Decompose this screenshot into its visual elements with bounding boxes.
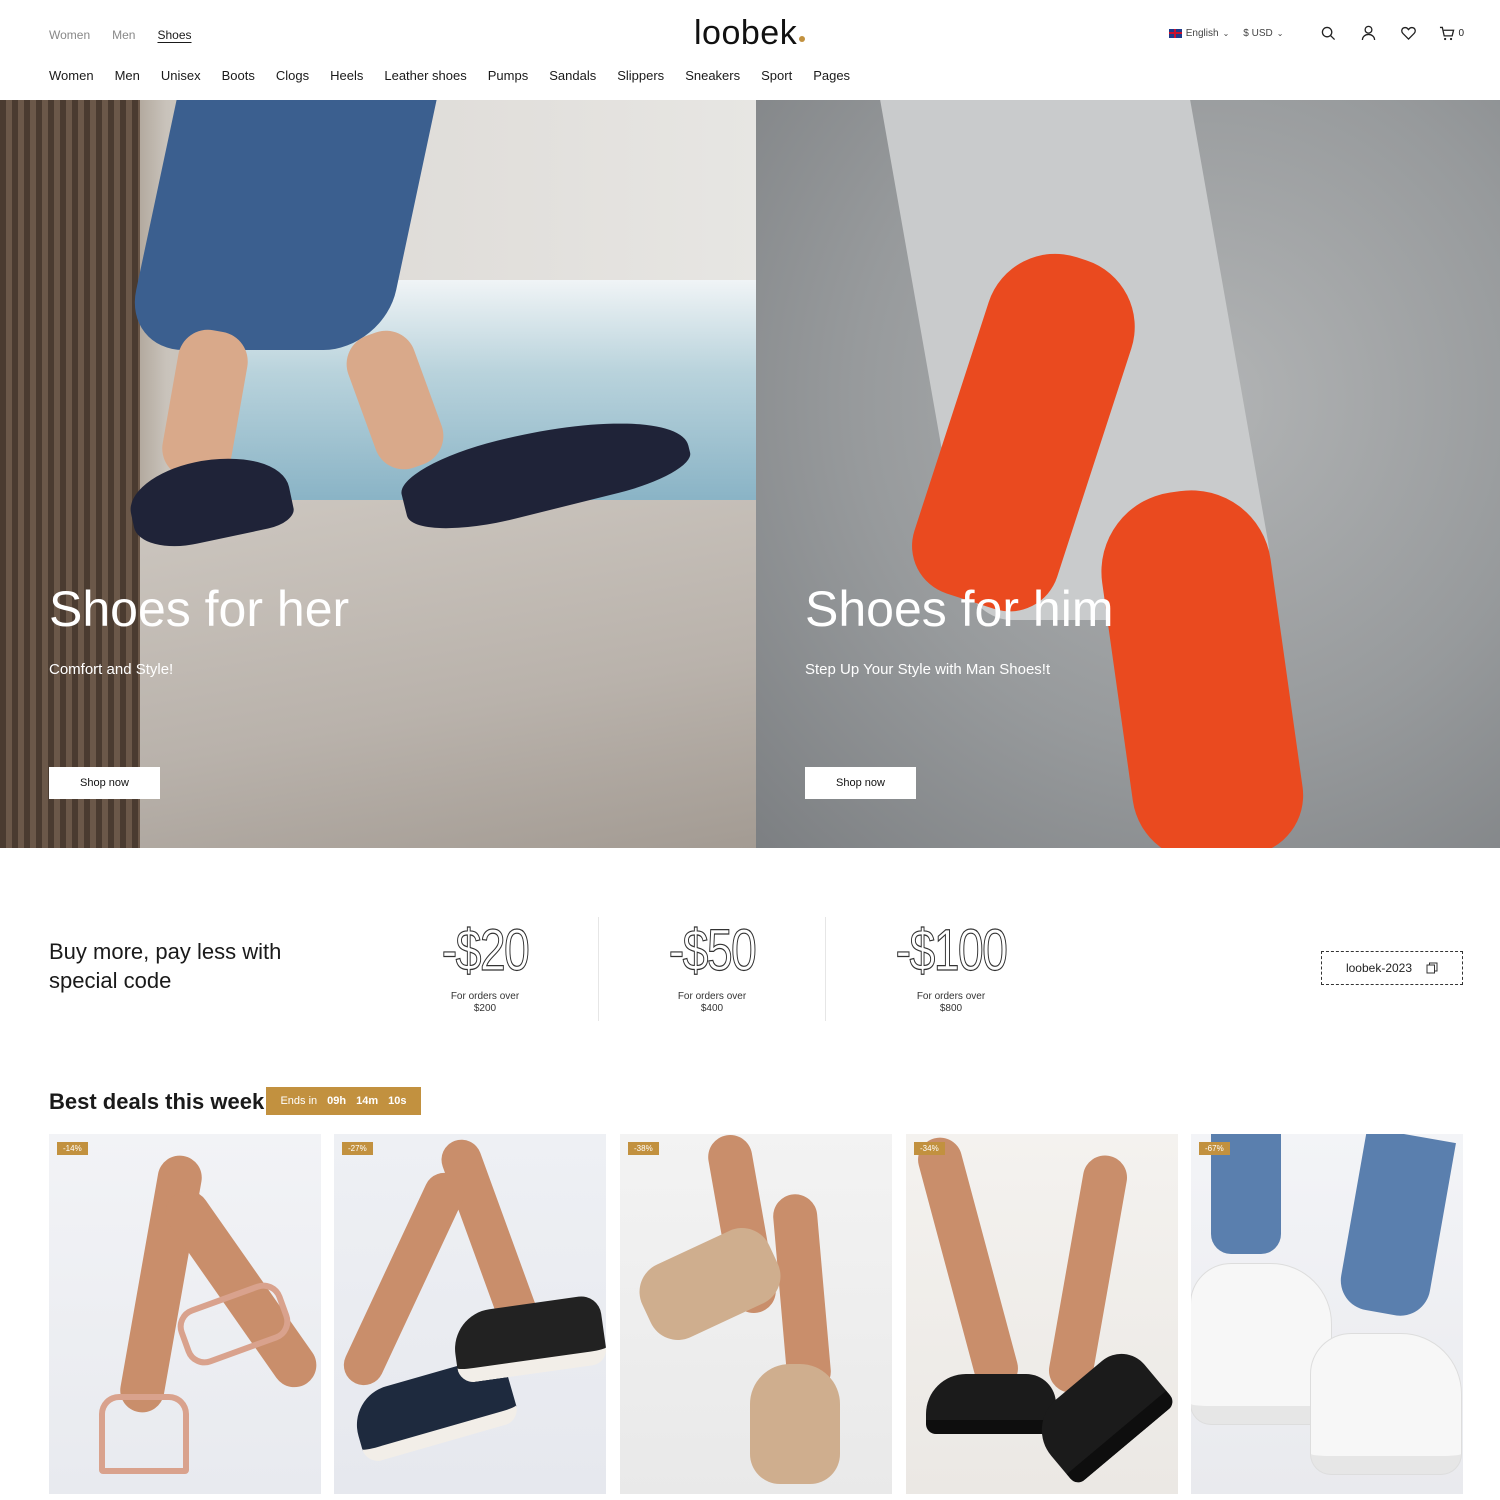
flag-uk-icon (1168, 28, 1182, 38)
cart-count: 0 (1458, 27, 1464, 39)
promo-amount: -$20 (441, 917, 530, 983)
header-icons: 0 (1319, 24, 1464, 42)
nav-item-leather-shoes[interactable]: Leather shoes (384, 68, 466, 83)
countdown-badge: Ends in 09h 14m 10s (266, 1087, 421, 1115)
hero-subtitle: Comfort and Style! (49, 661, 174, 678)
chevron-down-icon: ⌄ (1276, 28, 1284, 38)
hero-text-him: Shoes for him Step Up Your Style with Ma… (805, 580, 1205, 678)
discount-badge: -27% (342, 1142, 373, 1155)
nav-item-men[interactable]: Men (115, 68, 140, 83)
site-header: Women Men Shoes loobek English ⌄ $ USD ⌄ (0, 0, 1500, 100)
currency-label: $ USD (1243, 27, 1273, 39)
nav-item-boots[interactable]: Boots (222, 68, 255, 83)
deals-title: Best deals this week (49, 1089, 265, 1114)
cart-button[interactable]: 0 (1439, 26, 1464, 41)
logo-dot (799, 36, 806, 42)
nav-item-heels[interactable]: Heels (330, 68, 363, 83)
product-card[interactable]: -27% (334, 1134, 606, 1494)
chevron-down-icon: ⌄ (1222, 28, 1230, 38)
countdown-seconds: 10s (388, 1095, 407, 1107)
hero-banner-her[interactable]: Shoes for her Comfort and Style! Shop no… (0, 100, 756, 848)
product-image-slipper (750, 1364, 840, 1484)
product-image-sneaker (1311, 1334, 1461, 1474)
product-card[interactable]: -38% (620, 1134, 892, 1494)
language-selector[interactable]: English ⌄ (1168, 27, 1230, 39)
top-links: Women Men Shoes (49, 28, 192, 42)
user-icon[interactable] (1359, 24, 1377, 42)
promo-note: For orders over (916, 991, 986, 1002)
product-card[interactable]: -34% (906, 1134, 1178, 1494)
product-image-sandal (99, 1394, 189, 1474)
countdown-label: Ends in (280, 1095, 318, 1107)
promo-threshold: $200 (473, 1003, 497, 1014)
product-image-mary-jane (926, 1374, 1056, 1434)
search-icon[interactable] (1319, 24, 1337, 42)
promo-threshold: $400 (700, 1003, 724, 1014)
promo-divider (825, 917, 826, 1021)
top-link-women[interactable]: Women (49, 28, 90, 42)
hero-title: Shoes for her (49, 581, 350, 637)
promo-title: Buy more, pay less with special code (49, 939, 282, 993)
hero-banner-him[interactable]: Shoes for him Step Up Your Style with Ma… (756, 100, 1500, 848)
logo-text: loobek (694, 14, 798, 52)
promo-note: For orders over (677, 991, 747, 1002)
promo-divider (598, 917, 599, 1021)
discount-badge: -67% (1199, 1142, 1230, 1155)
countdown-hours: 09h (327, 1095, 347, 1107)
copy-icon (1426, 962, 1438, 974)
shop-now-button-him[interactable]: Shop now (805, 767, 916, 799)
discount-badge: -14% (57, 1142, 88, 1155)
promo-offer: -$100 For orders over $800 (871, 917, 1031, 1021)
product-image-jeans (1336, 1134, 1456, 1321)
promo-offer: -$50 For orders over $400 (647, 917, 777, 1021)
promo-threshold: $800 (939, 1003, 963, 1014)
promo-amount: -$100 (895, 917, 1008, 983)
hero-image-wall (0, 100, 140, 848)
product-image-sandal (449, 1293, 606, 1385)
promo-amount: -$50 (668, 917, 757, 983)
language-label: English (1185, 27, 1219, 39)
promo-offer: -$20 For orders over $200 (420, 917, 550, 1021)
heart-icon[interactable] (1399, 24, 1417, 42)
nav-item-women[interactable]: Women (49, 68, 94, 83)
main-nav: Women Men Unisex Boots Clogs Heels Leath… (49, 68, 871, 83)
nav-item-pages[interactable]: Pages (813, 68, 850, 83)
product-card[interactable]: -67% (1191, 1134, 1463, 1494)
nav-item-clogs[interactable]: Clogs (276, 68, 309, 83)
product-card[interactable]: -14% (49, 1134, 321, 1494)
top-link-shoes[interactable]: Shoes (157, 28, 191, 42)
discount-badge: -38% (628, 1142, 659, 1155)
header-actions: English ⌄ $ USD ⌄ 0 (1168, 24, 1464, 42)
product-image-leg (337, 1166, 471, 1392)
nav-item-pumps[interactable]: Pumps (488, 68, 528, 83)
discount-badge: -34% (914, 1142, 945, 1155)
countdown-minutes: 14m (356, 1095, 379, 1107)
hero-subtitle: Step Up Your Style with Man Shoes!t (805, 661, 1051, 678)
nav-item-unisex[interactable]: Unisex (161, 68, 201, 83)
product-image-leg (913, 1134, 1023, 1396)
promo-note: For orders over (450, 991, 520, 1002)
copy-code-button[interactable]: loobek-2023 (1321, 951, 1463, 985)
currency-selector[interactable]: $ USD ⌄ (1243, 28, 1283, 39)
product-image-mary-jane (1025, 1341, 1177, 1487)
hero-text-her: Shoes for her Comfort and Style! (49, 580, 449, 678)
cart-icon (1440, 26, 1455, 40)
nav-item-sneakers[interactable]: Sneakers (685, 68, 740, 83)
product-image-sneaker (1191, 1264, 1331, 1424)
nav-item-sandals[interactable]: Sandals (549, 68, 596, 83)
promo-code: loobek-2023 (1345, 961, 1413, 975)
nav-item-sport[interactable]: Sport (761, 68, 792, 83)
shop-now-button-her[interactable]: Shop now (49, 767, 160, 799)
hero-title: Shoes for him (805, 581, 1114, 637)
top-link-men[interactable]: Men (112, 28, 135, 42)
logo[interactable]: loobek (694, 14, 806, 53)
nav-item-slippers[interactable]: Slippers (617, 68, 664, 83)
